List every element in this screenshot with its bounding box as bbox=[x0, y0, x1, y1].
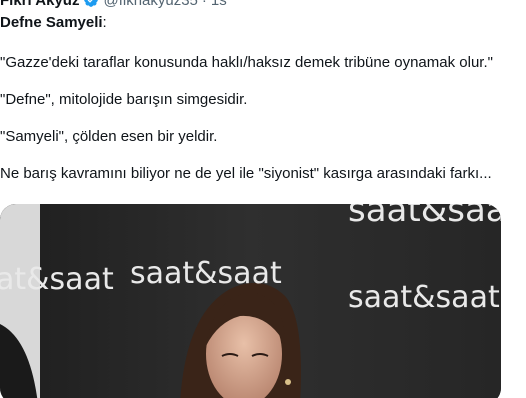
author-name[interactable]: Fikri Akyüz bbox=[0, 0, 79, 9]
quoted-name: Defne Samyeli bbox=[0, 14, 103, 31]
tweet-paragraph: Ne barış kavramını biliyor ne de yel ile… bbox=[0, 165, 492, 182]
tweet-paragraph: "Samyeli", çölden esen bir yeldir. bbox=[0, 128, 218, 145]
tweet-text: Defne Samyeli: "Gazze'deki taraflar konu… bbox=[0, 13, 520, 201]
tweet-header: Fikri Akyüz @fikriakyuz35 · 1s bbox=[0, 0, 227, 9]
tweet-line-quoted-name: Defne Samyeli: bbox=[0, 13, 520, 33]
tweet-timestamp[interactable]: 1s bbox=[211, 0, 227, 9]
tweet-paragraph: "Defne", mitolojide barışın simgesidir. bbox=[0, 91, 248, 108]
quoted-name-colon: : bbox=[102, 14, 107, 31]
tweet: Fikri Akyüz @fikriakyuz35 · 1s Defne Sam… bbox=[0, 0, 526, 398]
dot-separator: · bbox=[201, 0, 207, 9]
tweet-video[interactable]: saat&saat saat&saat saat&saat saat&saat bbox=[0, 204, 501, 398]
author-handle[interactable]: @fikriakyuz35 bbox=[103, 0, 197, 9]
video-play-area[interactable] bbox=[0, 204, 501, 398]
tweet-paragraph: "Gazze'deki taraflar konusunda haklı/hak… bbox=[0, 54, 493, 71]
verified-badge-icon bbox=[83, 0, 99, 8]
